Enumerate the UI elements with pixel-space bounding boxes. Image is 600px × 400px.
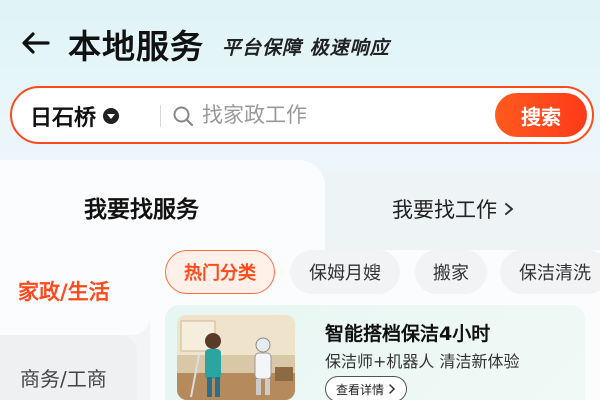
page-title: 本地服务: [68, 27, 204, 66]
chevron-right-icon: [505, 203, 513, 215]
search-bar: 日石桥 搜索: [10, 86, 594, 144]
chip-hot-categories[interactable]: 热门分类: [165, 250, 275, 294]
sidebar-item-housekeeping[interactable]: 家政/生活: [0, 250, 150, 335]
location-selector[interactable]: 日石桥: [30, 102, 120, 131]
service-tabs: 我要找服务 我要找工作: [0, 160, 600, 250]
sidebar-item-business[interactable]: 商务/工商: [0, 335, 137, 400]
header: 本地服务 平台保障 极速响应: [0, 0, 600, 86]
content-area: 家政/生活 商务/工商 热门分类 保姆月嫂 搬家 保洁清洗 智能搭档保洁4小时 …: [0, 250, 600, 400]
search-divider: [160, 105, 161, 127]
category-chips: 热门分类 保姆月嫂 搬家 保洁清洗: [165, 250, 600, 298]
promo-subtitle: 保洁师+机器人 清洁新体验: [325, 352, 520, 371]
chip-nanny[interactable]: 保姆月嫂: [290, 250, 400, 294]
tab-find-service-label: 我要找服务: [84, 197, 199, 223]
view-details-button[interactable]: 查看详情: [325, 376, 408, 400]
promo-card[interactable]: 智能搭档保洁4小时 保洁师+机器人 清洁新体验 查看详情: [165, 305, 585, 400]
location-label: 日石桥: [30, 106, 97, 131]
arrow-left-icon: [22, 32, 50, 54]
search-icon: [173, 106, 194, 127]
back-button[interactable]: [18, 28, 52, 56]
chip-moving[interactable]: 搬家: [415, 250, 487, 294]
sidebar-item-label: 家政/生活: [18, 280, 110, 304]
sidebar-item-label: 商务/工商: [20, 367, 107, 391]
chevron-right-icon: [389, 384, 396, 394]
promo-title: 智能搭档保洁4小时: [325, 323, 491, 345]
tab-find-job-label: 我要找工作: [392, 198, 497, 222]
map-pin-icon: [103, 108, 120, 124]
category-sidebar: 家政/生活 商务/工商: [0, 250, 150, 400]
chip-cleaning[interactable]: 保洁清洗: [500, 250, 600, 294]
search-button[interactable]: 搜索: [495, 93, 587, 137]
view-details-label: 查看详情: [336, 382, 385, 397]
tab-find-job[interactable]: 我要找工作: [392, 194, 515, 224]
tab-find-service[interactable]: 我要找服务: [0, 160, 325, 250]
header-slogan: 平台保障 极速响应: [222, 37, 390, 59]
promo-image: [177, 315, 295, 400]
search-input[interactable]: [202, 99, 492, 131]
